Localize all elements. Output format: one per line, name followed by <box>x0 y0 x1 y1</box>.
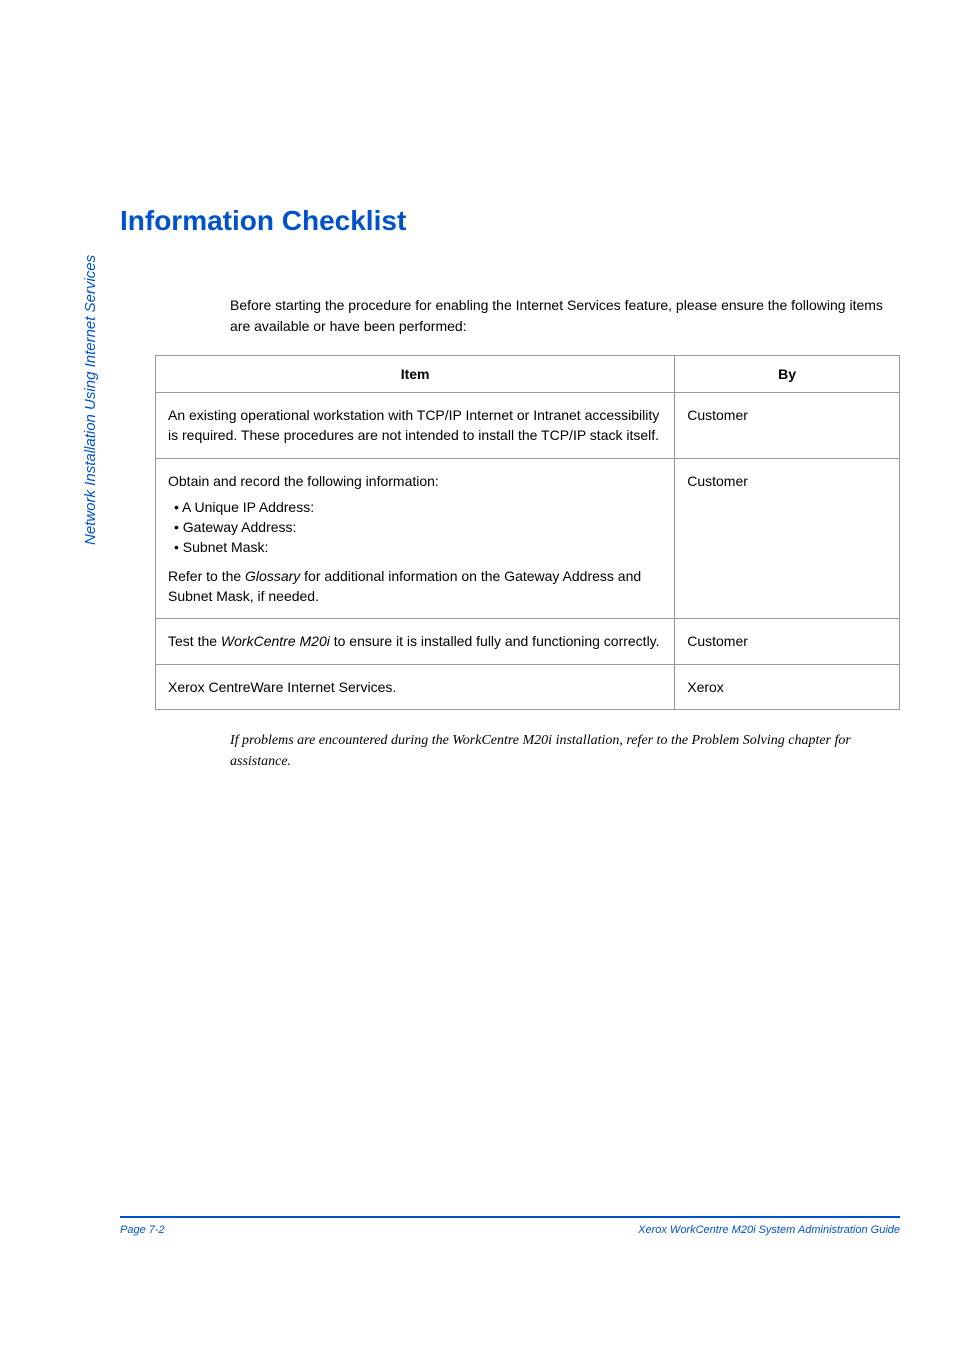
cell-item: An existing operational workstation with… <box>156 393 675 459</box>
checklist-table: Item By An existing operational workstat… <box>155 355 900 710</box>
header-by: By <box>675 356 900 393</box>
table-row: Xerox CentreWare Internet Services. Xero… <box>156 664 900 709</box>
table-row: Test the WorkCentre M20i to ensure it is… <box>156 619 900 664</box>
cell-item: Xerox CentreWare Internet Services. <box>156 664 675 709</box>
note-paragraph: If problems are encountered during the W… <box>230 730 900 772</box>
bullet-list: A Unique IP Address: Gateway Address: Su… <box>174 497 662 558</box>
footer-page-number: Page 7-2 <box>120 1224 165 1236</box>
page-footer: Page 7-2 Xerox WorkCentre M20i System Ad… <box>120 1216 900 1236</box>
list-item: Subnet Mask: <box>174 537 662 557</box>
lead-text: Obtain and record the following informat… <box>168 471 662 491</box>
intro-paragraph: Before starting the procedure for enabli… <box>230 295 900 337</box>
cell-by: Xerox <box>675 664 900 709</box>
table-row: An existing operational workstation with… <box>156 393 900 459</box>
cell-by: Customer <box>675 458 900 619</box>
page-title: Information Checklist <box>120 205 900 237</box>
footer-guide-title: Xerox WorkCentre M20i System Administrat… <box>638 1224 900 1236</box>
cell-by: Customer <box>675 619 900 664</box>
header-item: Item <box>156 356 675 393</box>
cell-by: Customer <box>675 393 900 459</box>
cell-item: Obtain and record the following informat… <box>156 458 675 619</box>
main-content: Information Checklist Before starting th… <box>120 205 900 772</box>
table-row: Obtain and record the following informat… <box>156 458 900 619</box>
list-item: A Unique IP Address: <box>174 497 662 517</box>
cell-item: Test the WorkCentre M20i to ensure it is… <box>156 619 675 664</box>
tail-text: Refer to the Glossary for additional inf… <box>168 566 662 607</box>
table-header-row: Item By <box>156 356 900 393</box>
sidebar-section-label: Network Installation Using Internet Serv… <box>82 255 99 545</box>
list-item: Gateway Address: <box>174 517 662 537</box>
